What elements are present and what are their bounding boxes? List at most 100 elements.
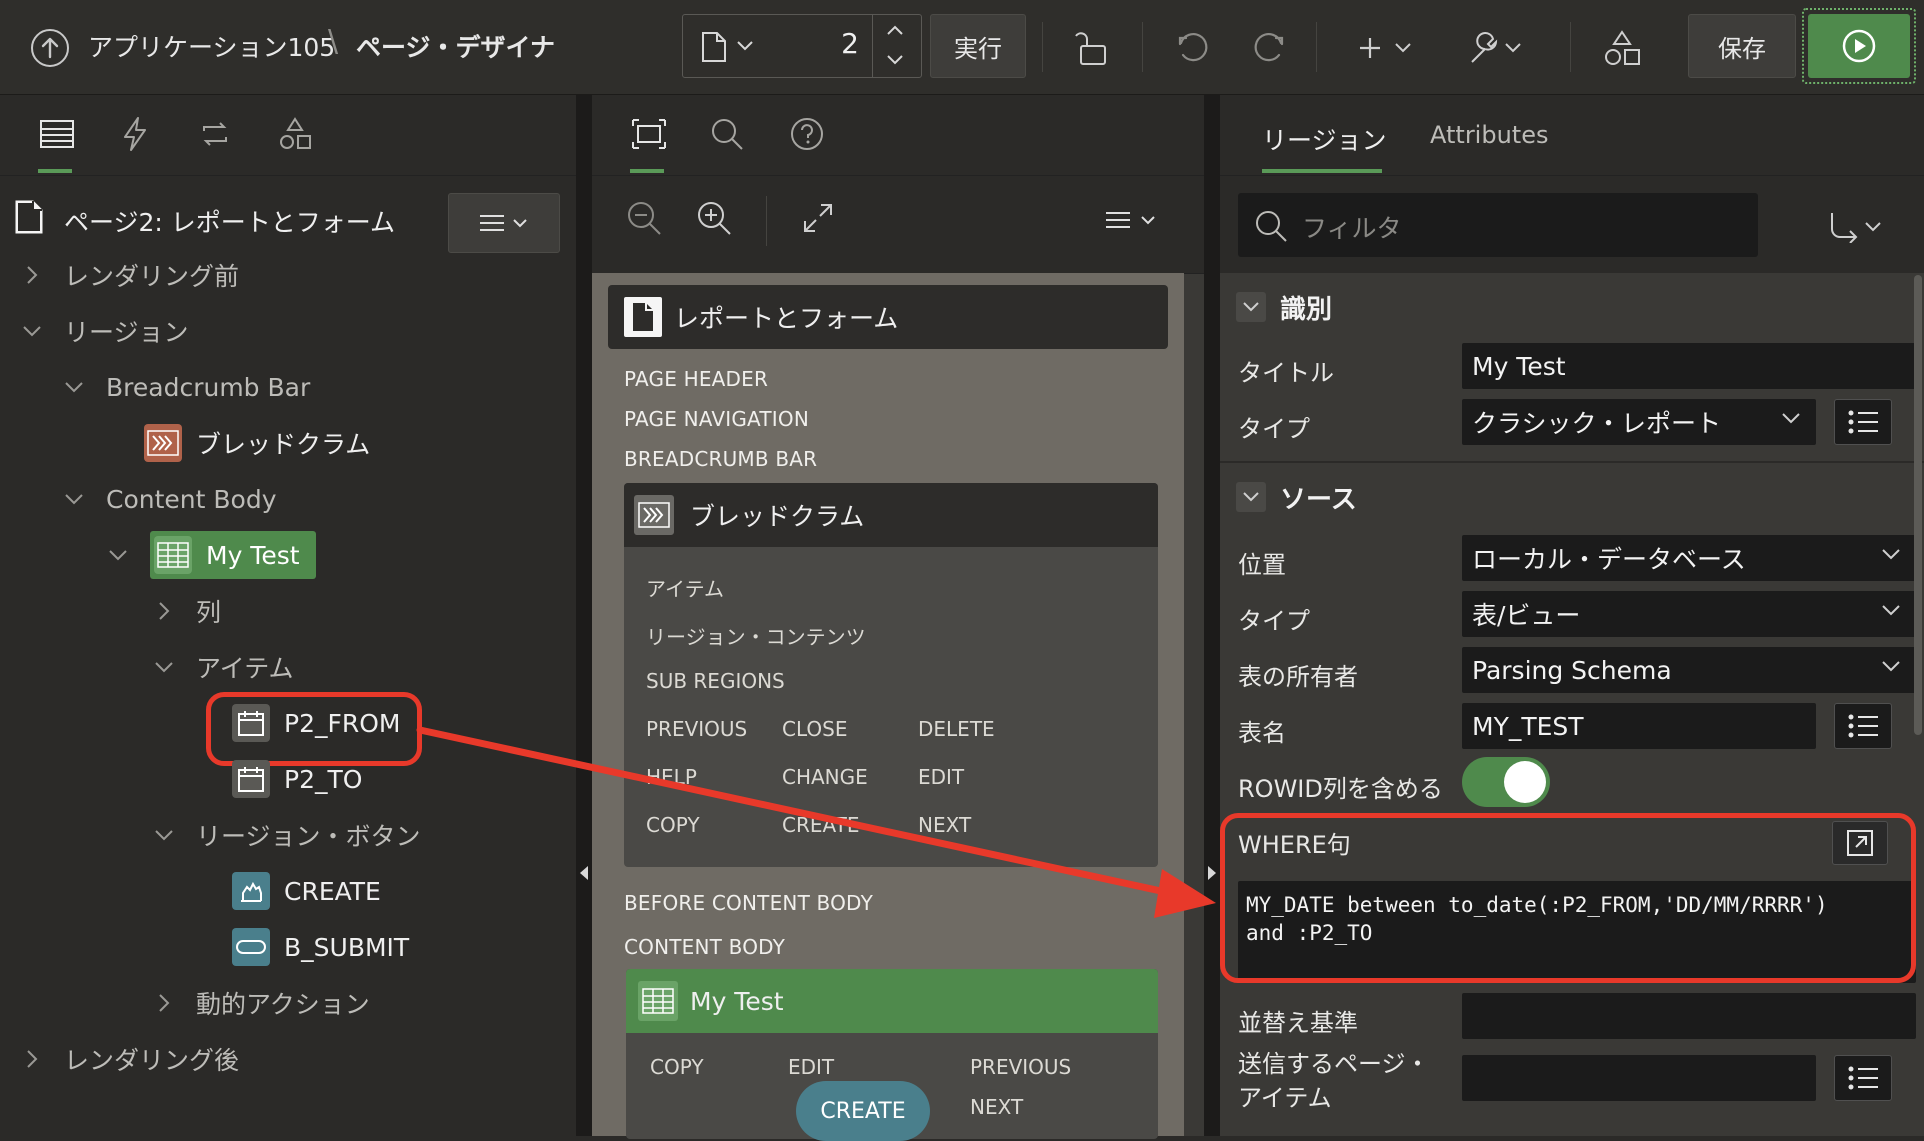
bc-position-close[interactable]: CLOSE bbox=[782, 717, 847, 741]
collapse-left-icon[interactable] bbox=[579, 865, 589, 881]
chevron-down-icon bbox=[155, 662, 173, 673]
filter-input[interactable]: フィルタ bbox=[1238, 193, 1758, 257]
tree-node-p2-to[interactable]: P2_TO bbox=[232, 755, 362, 803]
position-page-header[interactable]: PAGE HEADER bbox=[624, 367, 768, 391]
tree-label: アイテム bbox=[196, 654, 294, 683]
tree-node-region-buttons[interactable]: リージョン・ボタン bbox=[152, 811, 421, 859]
type-select[interactable]: クラシック・レポート bbox=[1462, 399, 1816, 445]
table-field[interactable]: MY_TEST bbox=[1462, 703, 1816, 749]
bc-position-copy[interactable]: COPY bbox=[646, 813, 700, 837]
right-splitter[interactable] bbox=[1204, 95, 1220, 1136]
layout-menu-icon[interactable] bbox=[1104, 208, 1160, 232]
dynamic-actions-tab-icon[interactable] bbox=[116, 115, 154, 153]
tab-region[interactable]: リージョン bbox=[1262, 121, 1387, 157]
page-number-input[interactable]: 2 bbox=[683, 27, 859, 60]
bc-position-delete[interactable]: DELETE bbox=[918, 717, 995, 741]
wrench-menu-icon[interactable] bbox=[1466, 28, 1526, 68]
decrement-page-icon[interactable] bbox=[887, 55, 903, 65]
zoom-out-icon[interactable] bbox=[626, 200, 662, 236]
my-test-region-card[interactable]: My Test COPY EDIT PREVIOUS NEXT CREATE bbox=[626, 969, 1158, 1141]
tree-node-columns[interactable]: 列 bbox=[152, 587, 221, 635]
redo-icon[interactable] bbox=[1248, 28, 1288, 68]
submit-items-lov-button[interactable] bbox=[1834, 1055, 1892, 1101]
bc-position-region-contents[interactable]: リージョン・コンテンツ bbox=[646, 621, 866, 650]
tree-node-my-test[interactable]: My Test bbox=[106, 531, 316, 579]
save-and-run-button[interactable] bbox=[1808, 14, 1910, 78]
bc-position-sub-regions[interactable]: SUB REGIONS bbox=[646, 669, 785, 693]
mt-position-previous[interactable]: PREVIOUS bbox=[970, 1055, 1071, 1079]
bc-position-items[interactable]: アイテム bbox=[646, 573, 724, 602]
table-lov-button[interactable] bbox=[1834, 703, 1892, 749]
position-before-content-body[interactable]: BEFORE CONTENT BODY bbox=[624, 891, 873, 915]
type-lov-button[interactable] bbox=[1834, 399, 1892, 445]
my-test-card-title: My Test bbox=[690, 986, 784, 1016]
title-field[interactable]: My Test bbox=[1462, 343, 1916, 389]
page-designer-title: ページ・デザイナ bbox=[356, 33, 556, 62]
order-by-field[interactable] bbox=[1462, 993, 1916, 1039]
bc-position-help[interactable]: HELP bbox=[646, 765, 697, 789]
bc-position-next[interactable]: NEXT bbox=[918, 813, 971, 837]
position-content-body[interactable]: CONTENT BODY bbox=[624, 935, 785, 959]
tree-node-create[interactable]: CREATE bbox=[232, 867, 381, 915]
page-card-header[interactable]: レポートとフォーム bbox=[608, 285, 1168, 349]
tree-node-post-render[interactable]: レンダリング後 bbox=[20, 1035, 239, 1083]
bc-position-create[interactable]: CREATE bbox=[782, 813, 859, 837]
submit-items-label: 送信するページ・ アイテム bbox=[1238, 1047, 1430, 1115]
run-button[interactable]: 実行 bbox=[930, 14, 1026, 78]
owner-select[interactable]: Parsing Schema bbox=[1462, 647, 1916, 693]
increment-page-icon[interactable] bbox=[887, 25, 903, 35]
tab-attributes[interactable]: Attributes bbox=[1430, 121, 1548, 149]
collapse-right-icon[interactable] bbox=[1207, 865, 1217, 881]
section-source[interactable]: ソース bbox=[1236, 475, 1357, 519]
page-selector[interactable]: 2 bbox=[682, 14, 922, 78]
location-select[interactable]: ローカル・データベース bbox=[1462, 535, 1916, 581]
processing-tab-icon[interactable] bbox=[196, 115, 234, 153]
source-type-select[interactable]: 表/ビュー bbox=[1462, 591, 1916, 637]
tree-node-content-body[interactable]: Content Body bbox=[62, 475, 276, 523]
rowid-toggle[interactable] bbox=[1462, 757, 1550, 807]
page-tree-title[interactable]: ページ2: レポートとフォーム bbox=[64, 203, 395, 239]
tree-node-dynamic-actions[interactable]: 動的アクション bbox=[152, 979, 370, 1027]
list-icon bbox=[1848, 410, 1878, 434]
tree-menu-button[interactable] bbox=[448, 193, 560, 253]
position-breadcrumb-bar[interactable]: BREADCRUMB BAR bbox=[624, 447, 817, 471]
mt-position-copy[interactable]: COPY bbox=[650, 1055, 704, 1079]
left-splitter[interactable] bbox=[576, 95, 592, 1136]
chevron-down-icon bbox=[155, 830, 173, 841]
app-name-link[interactable]: アプリケーション105 bbox=[88, 28, 335, 64]
shared-components-icon[interactable] bbox=[1600, 26, 1644, 70]
property-list: 識別 タイトル My Test タイプ クラシック・レポート ソース 位置 ロー… bbox=[1220, 273, 1924, 1136]
tree-node-regions[interactable]: リージョン bbox=[20, 307, 189, 355]
undo-icon[interactable] bbox=[1174, 28, 1214, 68]
mt-position-edit[interactable]: EDIT bbox=[788, 1055, 834, 1079]
scrollbar[interactable] bbox=[1914, 275, 1922, 735]
tree-node-b-submit[interactable]: B_SUBMIT bbox=[232, 923, 409, 971]
create-button[interactable]: CREATE bbox=[796, 1081, 930, 1141]
chevron-down-icon bbox=[65, 382, 83, 393]
bc-position-previous[interactable]: PREVIOUS bbox=[646, 717, 747, 741]
bc-position-edit[interactable]: EDIT bbox=[918, 765, 964, 789]
add-menu-icon[interactable] bbox=[1356, 28, 1416, 68]
position-page-navigation[interactable]: PAGE NAVIGATION bbox=[624, 407, 809, 431]
help-icon[interactable] bbox=[788, 115, 826, 153]
tree-node-breadcrumb[interactable]: ブレッドクラム bbox=[144, 419, 370, 467]
tree-node-breadcrumb-bar[interactable]: Breadcrumb Bar bbox=[62, 363, 310, 411]
up-arrow-icon[interactable] bbox=[30, 28, 70, 68]
tree-node-pre-render[interactable]: レンダリング前 bbox=[20, 251, 239, 299]
shared-components-tab-icon[interactable] bbox=[276, 115, 314, 153]
breadcrumb-region-card[interactable]: ブレッドクラム アイテム リージョン・コンテンツ SUB REGIONS PRE… bbox=[624, 483, 1158, 867]
mt-position-next[interactable]: NEXT bbox=[970, 1095, 1023, 1119]
section-identification[interactable]: 識別 bbox=[1236, 285, 1332, 329]
go-to-group-icon[interactable] bbox=[1826, 211, 1886, 243]
rendering-tab-icon[interactable] bbox=[38, 115, 76, 153]
bc-position-change[interactable]: CHANGE bbox=[782, 765, 868, 789]
zoom-in-icon[interactable] bbox=[696, 200, 732, 236]
search-icon[interactable] bbox=[708, 115, 746, 153]
save-button[interactable]: 保存 bbox=[1688, 14, 1796, 78]
tree-label: Breadcrumb Bar bbox=[106, 372, 311, 402]
unlock-icon[interactable] bbox=[1072, 28, 1112, 68]
tree-node-items[interactable]: アイテム bbox=[152, 643, 294, 691]
expand-icon[interactable] bbox=[802, 202, 834, 234]
layout-tab-icon[interactable] bbox=[630, 115, 668, 153]
submit-items-field[interactable] bbox=[1462, 1055, 1816, 1101]
